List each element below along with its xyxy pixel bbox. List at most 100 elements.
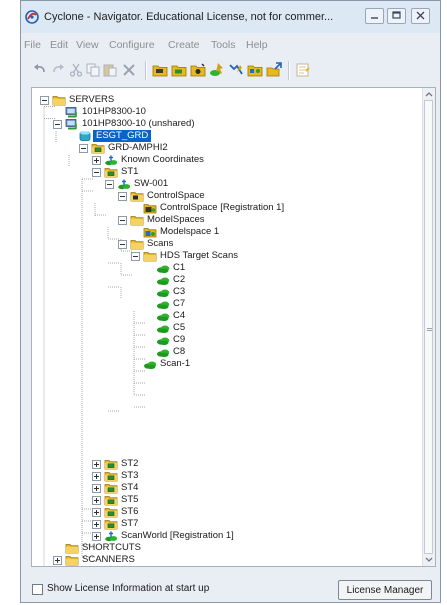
tree-node-label: ST1 [121,166,139,177]
unify-icon[interactable] [247,62,263,78]
cut-icon[interactable] [68,62,84,78]
server-icon [65,106,79,118]
scan-icon [143,358,157,370]
expand-toggle-icon[interactable] [92,460,101,469]
folder-icon [130,214,144,226]
delete-icon[interactable] [121,62,137,78]
collapse-toggle-icon[interactable] [40,96,49,105]
menu-create[interactable]: Create [168,39,200,51]
expand-toggle-icon[interactable] [92,508,101,517]
redo-icon[interactable] [50,62,66,78]
menu-view[interactable]: View [76,39,99,51]
properties-icon[interactable] [295,62,311,78]
expand-toggle-icon[interactable] [53,556,62,565]
open-folder-icon[interactable] [152,62,168,78]
expand-toggle-icon[interactable] [92,156,101,165]
project-folder-icon [104,470,118,482]
expand-toggle-icon[interactable] [92,532,101,541]
collapse-toggle-icon[interactable] [79,144,88,153]
tree-node-label: ST7 [121,518,139,529]
menu-edit[interactable]: Edit [50,39,68,51]
project-folder-icon [104,458,118,470]
tree-node-label: ControlSpace [147,190,205,201]
minimize-icon [371,17,378,19]
project-folder-icon [104,506,118,518]
servers-icon [52,94,66,106]
undo-icon[interactable] [32,62,48,78]
minimize-button[interactable] [365,8,384,24]
tree-node-label: C4 [173,310,186,321]
project-folder-icon [104,518,118,530]
modelspace-icon [143,226,157,238]
expand-toggle-icon[interactable] [92,520,101,529]
collapse-toggle-icon[interactable] [105,180,114,189]
collapse-toggle-icon[interactable] [118,192,127,201]
target-scan-icon [156,334,170,346]
registration-icon[interactable] [209,62,225,78]
menu-help[interactable]: Help [246,39,268,51]
show-license-checkbox[interactable] [32,584,43,595]
project-folder-icon [91,142,105,154]
toolbar-separator [288,61,290,80]
collapse-toggle-icon[interactable] [92,168,101,177]
tree-node-label: 101HP8300-10 [82,106,146,117]
menu-file[interactable]: File [24,39,41,51]
tree-node-label: ST3 [121,470,139,481]
tree-node-label: GRD-AMPHI2 [108,142,168,153]
toolbar-separator [145,61,147,80]
new-folder-icon[interactable] [171,62,187,78]
license-manager-button[interactable]: License Manager [338,580,432,600]
expand-toggle-icon[interactable] [92,472,101,481]
tree-node-label: C3 [173,286,186,297]
menu-tools[interactable]: Tools [211,39,236,51]
target-scan-icon [156,286,170,298]
tree-node-label: SCANNERS [82,554,135,565]
folder-icon [130,238,144,250]
target-scan-icon [156,274,170,286]
project-folder-icon [104,482,118,494]
tree-guide-lines [43,106,146,566]
window-title: Cyclone - Navigator. Educational License… [44,11,334,23]
cyclone-navigator-window: Cyclone - Navigator. Educational License… [20,0,441,603]
export-icon[interactable] [266,62,282,78]
collapse-toggle-icon[interactable] [131,252,140,261]
status-bar: Show License Information at start up Lic… [31,575,436,601]
tree-node-label: HDS Target Scans [160,250,238,261]
collapse-toggle-icon[interactable] [118,240,127,249]
close-icon [416,11,425,20]
tree-node-label: Known Coordinates [121,154,204,165]
menu-bar: File Edit View Configure Create Tools He… [21,37,440,53]
collapse-toggle-icon[interactable] [53,120,62,129]
maximize-icon [392,11,401,19]
copy-icon[interactable] [85,62,101,78]
tree-node-label: SHORTCUTS [82,542,141,553]
tree-node-label: C8 [173,346,186,357]
scroll-down-icon[interactable] [423,554,435,566]
coordinates-icon [104,154,118,166]
scroll-up-icon[interactable] [423,88,435,100]
expand-toggle-icon[interactable] [92,484,101,493]
tree-node-label: ST6 [121,506,139,517]
modelspace-icon[interactable] [228,62,244,78]
target-scan-icon [156,262,170,274]
tree-node-label: ScanWorld [Registration 1] [121,530,234,541]
tree-node-label: Modelspace 1 [160,226,220,237]
tree-node-label: C1 [173,262,186,273]
cyclone-logo-icon [25,10,39,24]
menu-configure[interactable]: Configure [109,39,155,51]
tree-node-label: ST5 [121,494,139,505]
paste-icon[interactable] [102,62,118,78]
tree-node-label: ESGT_GRD [93,130,152,142]
vertical-scrollbar[interactable] [422,88,435,566]
scrollbar-thumb[interactable] [424,100,433,554]
tree-node-label: ST4 [121,482,139,493]
scanworld-icon [104,530,118,542]
tree-node-label: Scans [147,238,174,249]
show-license-label[interactable]: Show License Information at start up [47,583,209,594]
tree-node-label: C9 [173,334,186,345]
scan-folder-icon[interactable] [190,62,206,78]
close-button[interactable] [411,8,430,24]
collapse-toggle-icon[interactable] [118,216,127,225]
maximize-button[interactable] [387,8,406,24]
expand-toggle-icon[interactable] [92,496,101,505]
